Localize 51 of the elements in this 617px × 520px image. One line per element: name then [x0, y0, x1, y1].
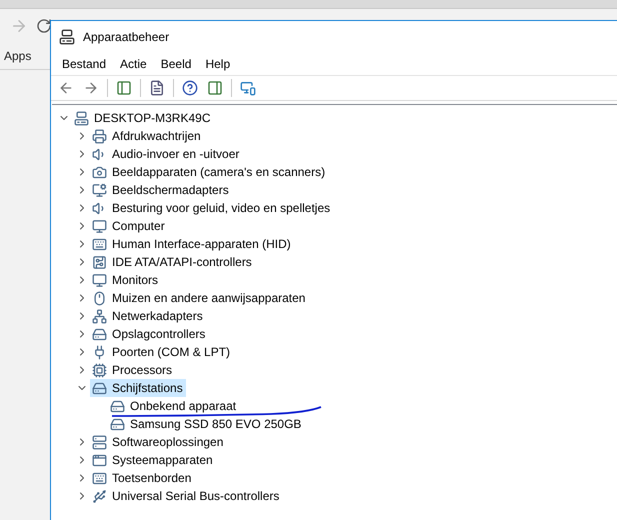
tree-item[interactable]: Systeemapparaten [90, 451, 216, 469]
circuit-board-icon [92, 254, 107, 270]
menu-item[interactable]: Actie [113, 57, 154, 71]
monitor-icon [92, 272, 107, 288]
printer-icon [92, 128, 107, 144]
window-icon [92, 452, 107, 468]
monitor-icon [92, 182, 107, 198]
menu-item[interactable]: Bestand [55, 57, 114, 71]
camera-icon [92, 164, 107, 180]
plug-icon [92, 344, 107, 360]
menu-item[interactable]: Beeld [154, 57, 198, 71]
network-icon [92, 308, 107, 324]
tree-item[interactable]: Human Interface-apparaten (HID) [90, 235, 294, 253]
tree-item[interactable]: Afdrukwachtrijen [90, 127, 204, 145]
tree-item[interactable]: Samsung SSD 850 EVO 250GB [108, 415, 304, 433]
keyboard-icon [92, 470, 107, 486]
menu-item[interactable]: Help [198, 57, 238, 71]
tree-item[interactable]: Audio-invoer en -uitvoer [90, 145, 242, 163]
tree-item[interactable]: Toetsenborden [90, 469, 194, 487]
drive-icon [92, 326, 107, 342]
drive-icon [110, 416, 125, 432]
tree-item[interactable]: DESKTOP-M3RK49C [72, 109, 214, 127]
tree-item[interactable]: IDE ATA/ATAPI-controllers [90, 253, 255, 271]
tree-item[interactable]: Muizen en andere aanwijsapparaten [90, 289, 308, 307]
tree-item[interactable]: Opslagcontrollers [90, 325, 208, 343]
tree-item[interactable]: Schijfstations [90, 379, 186, 397]
tree-item[interactable]: Computer [90, 217, 168, 235]
monitor-icon [92, 218, 107, 234]
mouse-icon [92, 290, 107, 306]
tree-item[interactable]: Universal Serial Bus-controllers [90, 487, 282, 505]
tree-item[interactable]: Netwerkadapters [90, 307, 206, 325]
usb-icon [92, 488, 107, 504]
tree-item[interactable]: Monitors [90, 271, 162, 289]
forward-arrow-icon [83, 80, 99, 96]
computer-icon [74, 110, 89, 126]
tree-item[interactable]: Besturing voor geluid, video en spelletjes [90, 199, 334, 217]
drive-icon [92, 380, 107, 396]
tree-item[interactable]: Onbekend apparaat [108, 397, 240, 415]
drive-icon [110, 398, 125, 414]
window-title: Apparaatbeheer [83, 30, 170, 44]
computer-icon [59, 29, 75, 45]
chip-icon [92, 362, 107, 378]
server-icon [92, 434, 107, 450]
tree-item[interactable]: Poorten (COM & LPT) [90, 343, 234, 361]
reload-icon[interactable] [36, 18, 52, 34]
keyboard-icon [92, 236, 107, 252]
tree-item[interactable]: Beeldschermadapters [90, 181, 232, 199]
bookmark-label[interactable]: Apps [4, 49, 32, 63]
tree-item[interactable]: Beeldapparaten (camera's en scanners) [90, 163, 328, 181]
tree-item[interactable]: Softwareoplossingen [90, 433, 226, 451]
tree-item[interactable]: Processors [90, 361, 176, 379]
